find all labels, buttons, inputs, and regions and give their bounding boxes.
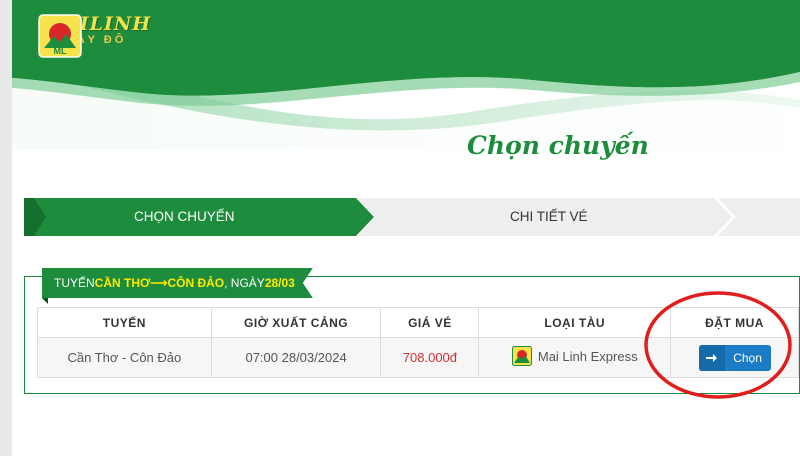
vessel-info: Mai Linh Express	[511, 346, 638, 366]
cell-action: Chọn	[670, 337, 799, 378]
table-row: Cần Thơ - Côn Đảo 07:00 28/03/2024 708.0…	[37, 337, 799, 378]
route-arrow: ⟶	[150, 276, 168, 290]
step-choose-trip[interactable]: CHỌN CHUYẾN	[134, 209, 235, 224]
logo-initials: ML	[54, 46, 67, 56]
route-date: 28/03	[264, 276, 295, 290]
choose-trip-button[interactable]: Chọn	[698, 344, 771, 371]
col-header-price: GIÁ VÉ	[380, 307, 480, 338]
site-header: ML MAILINH TÂY ĐÔ	[12, 0, 800, 150]
mailinh-small-logo-icon	[511, 346, 532, 366]
progress-steps: CHỌN CHUYẾN CHI TIẾT VÉ	[24, 198, 800, 236]
col-header-action: ĐẶT MUA	[670, 307, 799, 338]
page-title: Chọn chuyến	[467, 131, 649, 160]
col-header-vessel: LOẠI TÀU	[478, 307, 672, 338]
table-header-row: TUYẾN GIỜ XUẤT CẢNG GIÁ VÉ LOẠI TÀU ĐẶT …	[37, 307, 799, 338]
col-header-departure: GIỜ XUẤT CẢNG	[210, 307, 382, 338]
cell-price: 708.000đ	[380, 337, 480, 378]
route-prefix: TUYẾN	[54, 276, 95, 290]
route-date-prefix: , NGÀY	[224, 276, 265, 290]
trip-table: TUYẾN GIỜ XUẤT CẢNG GIÁ VÉ LOẠI TÀU ĐẶT …	[37, 307, 799, 378]
brand-logo[interactable]: ML MAILINH TÂY ĐÔ	[38, 14, 151, 58]
vessel-name: Mai Linh Express	[537, 348, 638, 364]
cell-route: Cần Thơ - Côn Đảo	[37, 337, 212, 378]
cell-departure: 07:00 28/03/2024	[210, 337, 382, 378]
route-banner: TUYẾN CẦN THƠ ⟶ CÔN ĐẢO , NGÀY 28/03	[42, 268, 313, 298]
mailinh-logo-icon: ML	[38, 14, 82, 58]
route-origin: CẦN THƠ	[94, 276, 151, 290]
cell-vessel: Mai Linh Express	[478, 337, 672, 378]
ribbon-fold	[42, 298, 48, 304]
route-destination: CÔN ĐẢO	[167, 276, 225, 290]
choose-button-label: Chọn	[733, 350, 762, 365]
arrow-right-icon	[698, 344, 725, 371]
page: ML MAILINH TÂY ĐÔ Chọn chuyến CHỌN CHUYẾ…	[12, 0, 800, 456]
col-header-route: TUYẾN	[37, 307, 212, 338]
step-ticket-details[interactable]: CHI TIẾT VÉ	[510, 209, 588, 224]
